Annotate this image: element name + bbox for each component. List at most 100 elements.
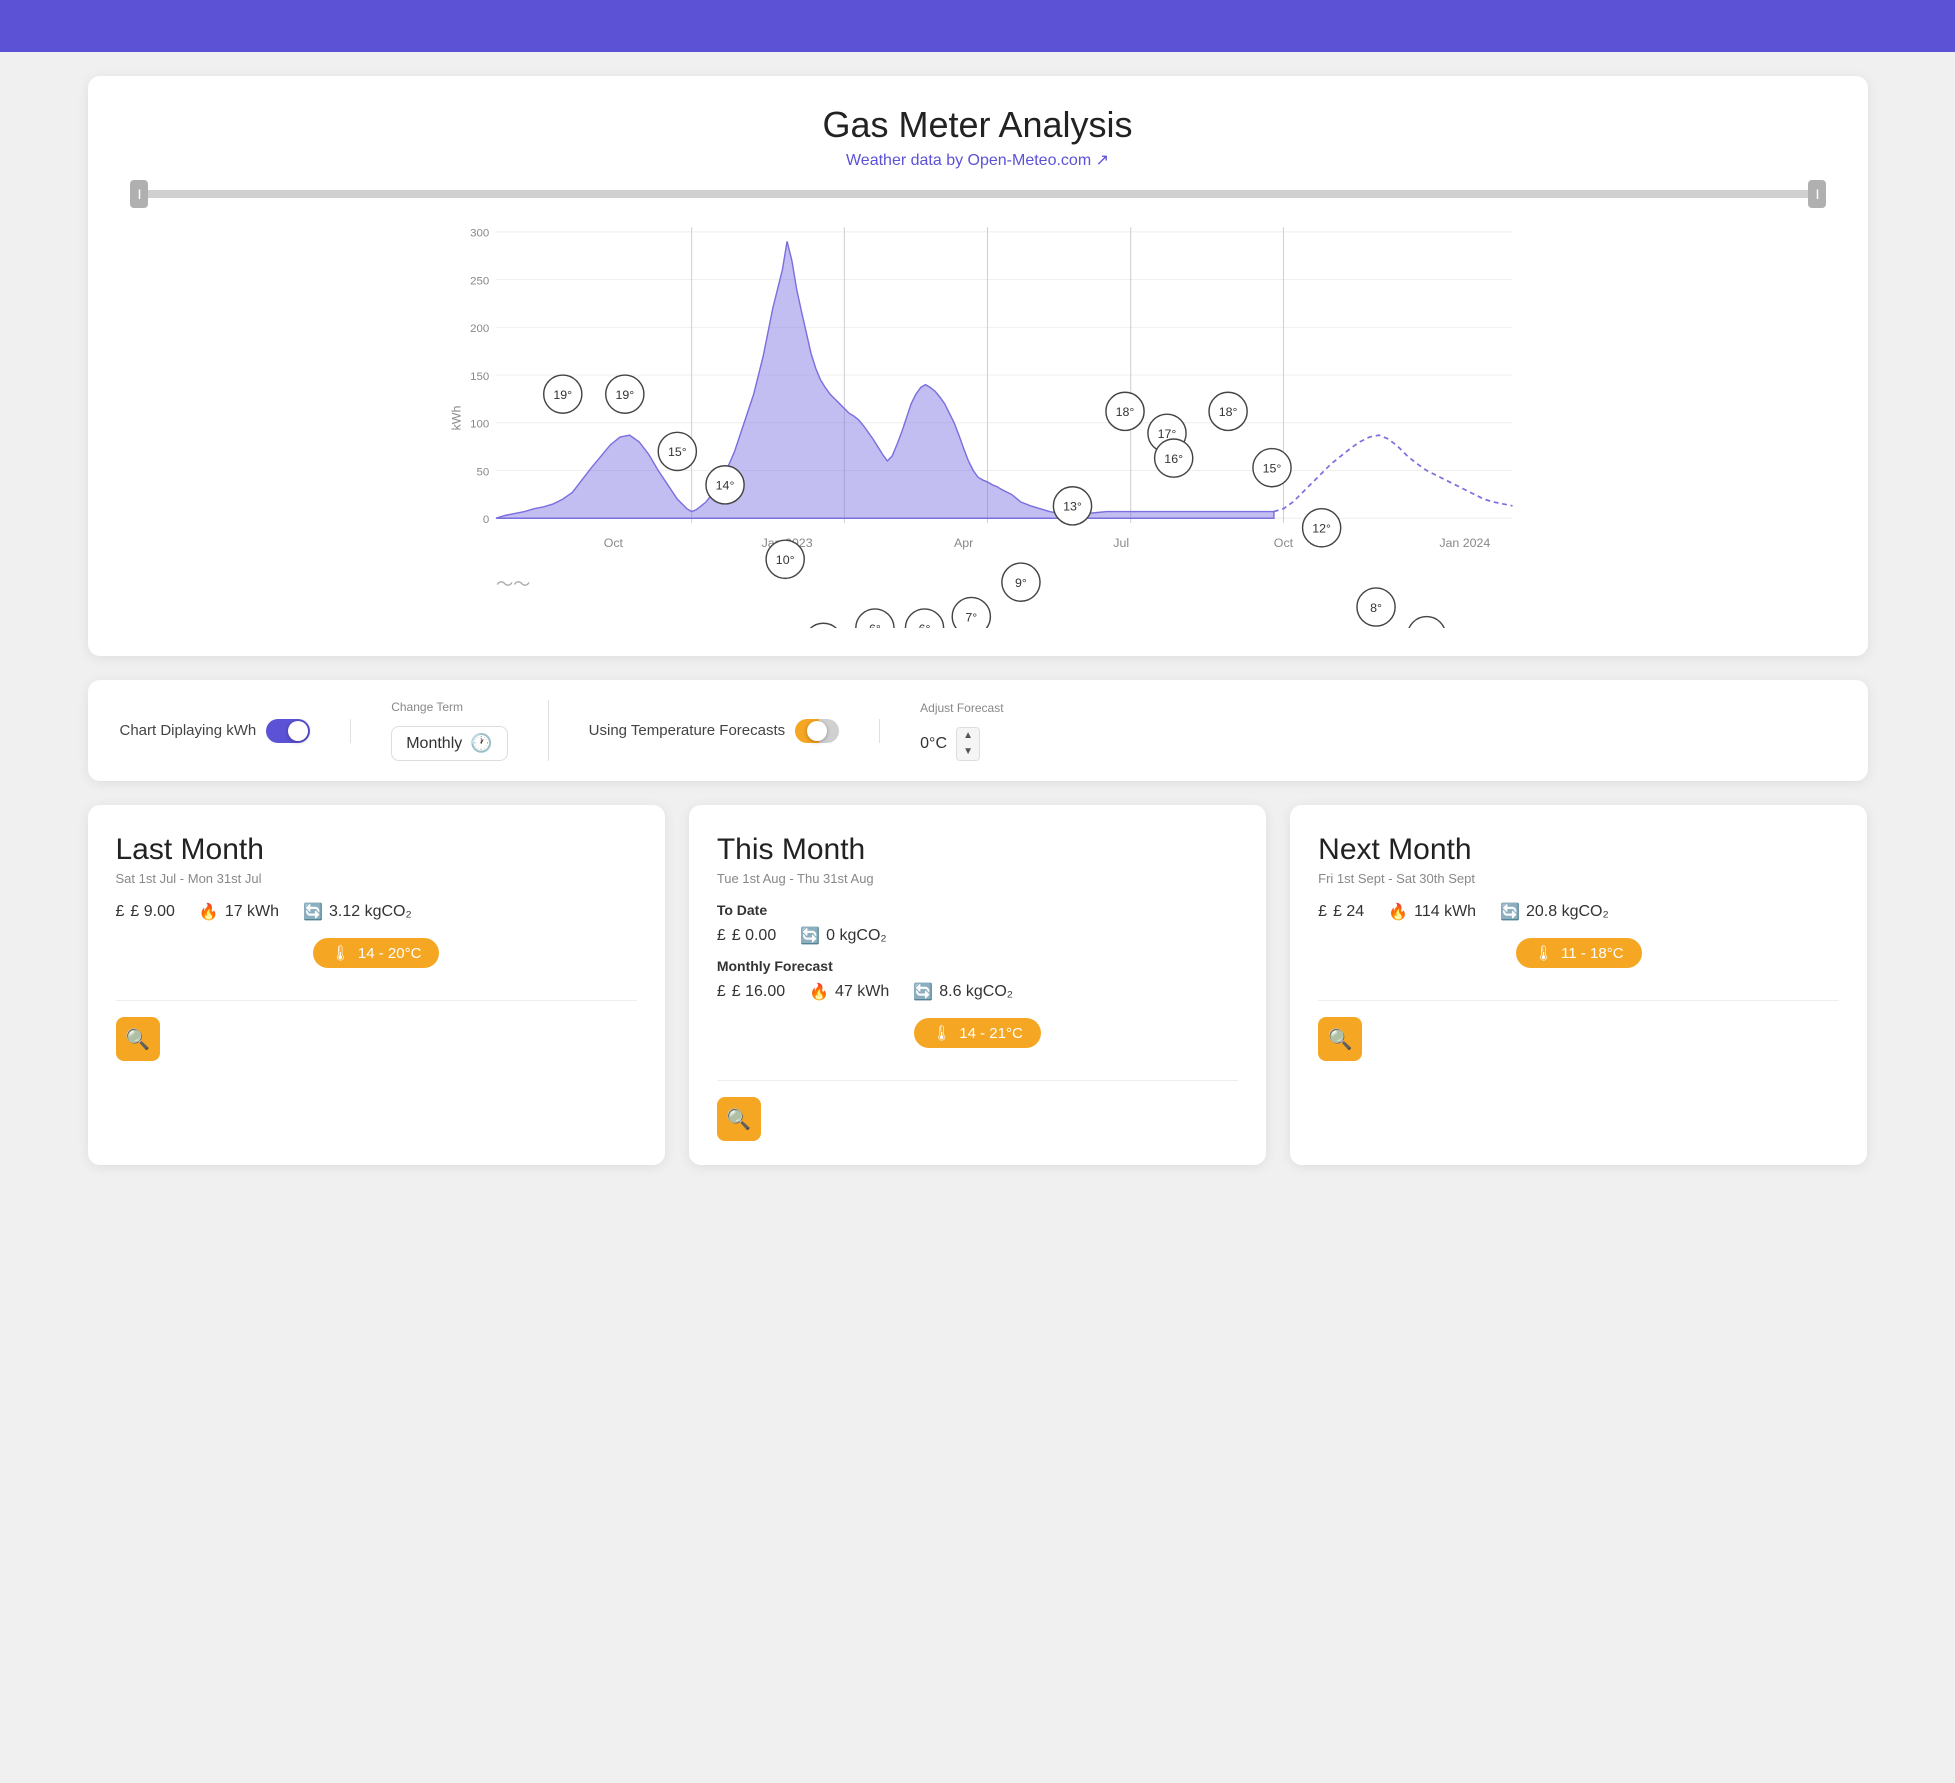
svg-text:18°: 18° [1115, 405, 1134, 419]
energy-icon: 🔥 [199, 902, 219, 922]
last-month-energy: 🔥 17 kWh [199, 902, 279, 922]
top-bar [0, 0, 1955, 52]
svg-text:18°: 18° [1218, 405, 1237, 419]
svg-text:10°: 10° [775, 553, 794, 567]
to-date-label: To Date [717, 902, 1238, 918]
svg-text:0: 0 [482, 514, 488, 526]
svg-text:9°: 9° [1015, 576, 1027, 590]
adjust-value: 0°C [920, 735, 952, 753]
svg-text:14°: 14° [715, 479, 734, 493]
temp-forecast-knob [807, 721, 827, 741]
cost-icon: £ [717, 983, 726, 1001]
to-date-co2: 🔄 0 kgCO₂ [800, 926, 886, 946]
svg-text:16°: 16° [1164, 452, 1183, 466]
forecast-co2: 🔄 8.6 kgCO₂ [913, 982, 1013, 1002]
divider [1318, 1000, 1839, 1001]
thermometer-icon: 🌡 [1534, 944, 1553, 962]
co2-icon: 🔄 [800, 926, 820, 946]
change-term-label: Change Term [391, 700, 463, 714]
next-month-temp: 🌡 11 - 18°C [1516, 938, 1641, 968]
svg-text:kWh: kWh [449, 406, 463, 431]
last-month-co2: 🔄 3.12 kgCO₂ [303, 902, 412, 922]
monthly-forecast-label: Monthly Forecast [717, 958, 1238, 974]
svg-text:Jul: Jul [1113, 536, 1129, 550]
svg-text:12°: 12° [1312, 522, 1331, 536]
chart-subtitle: Weather data by Open-Meteo.com ↗ [120, 150, 1836, 170]
divider [717, 1080, 1238, 1081]
svg-text:150: 150 [470, 371, 489, 383]
svg-text:7°: 7° [965, 610, 977, 624]
svg-text:15°: 15° [667, 445, 686, 459]
next-month-card: Next Month Fri 1st Sept - Sat 30th Sept … [1290, 805, 1867, 1165]
co2-icon: 🔄 [1500, 902, 1520, 922]
chart-card: Gas Meter Analysis Weather data by Open-… [88, 76, 1868, 656]
monthly-forecast-stats: £ £ 16.00 🔥 47 kWh 🔄 8.6 kgCO₂ [717, 982, 1238, 1002]
last-month-title: Last Month [116, 833, 637, 867]
svg-text:50: 50 [476, 466, 489, 478]
temp-forecast-control: Using Temperature Forecasts [549, 719, 880, 743]
spinbox-down[interactable]: ▼ [957, 744, 979, 760]
energy-icon: 🔥 [809, 982, 829, 1002]
forecast-cost: £ £ 16.00 [717, 983, 785, 1001]
controls-card: Chart Diplaying kWh Change Term Monthly … [88, 680, 1868, 781]
next-month-dates: Fri 1st Sept - Sat 30th Sept [1318, 871, 1839, 886]
svg-text:19°: 19° [615, 388, 634, 402]
last-month-zoom-button[interactable]: 🔍 [116, 1017, 160, 1061]
this-month-card: This Month Tue 1st Aug - Thu 31st Aug To… [689, 805, 1266, 1165]
energy-icon: 🔥 [1388, 902, 1408, 922]
svg-text:〜〜: 〜〜 [495, 574, 529, 594]
divider [116, 1000, 637, 1001]
last-month-stats: £ £ 9.00 🔥 17 kWh 🔄 3.12 kgCO₂ [116, 902, 637, 922]
term-selector[interactable]: Monthly 🕐 [391, 726, 507, 761]
range-track [130, 190, 1826, 198]
next-month-energy: 🔥 114 kWh [1388, 902, 1476, 922]
svg-text:6°: 6° [918, 622, 930, 628]
chart-svg: kWh 300 250 200 150 100 50 0 [120, 208, 1836, 628]
range-slider[interactable] [120, 190, 1836, 198]
forecast-energy: 🔥 47 kWh [809, 982, 889, 1002]
svg-text:300: 300 [470, 228, 489, 240]
weather-link[interactable]: Weather data by Open-Meteo.com ↗ [846, 152, 1109, 169]
svg-text:Jan 2024: Jan 2024 [1439, 536, 1490, 550]
this-month-zoom-button[interactable]: 🔍 [717, 1097, 761, 1141]
change-term-control: Change Term Monthly 🕐 [351, 700, 548, 761]
svg-text:15°: 15° [1262, 461, 1281, 475]
spinbox-up[interactable]: ▲ [957, 728, 979, 744]
next-month-zoom-button[interactable]: 🔍 [1318, 1017, 1362, 1061]
next-month-co2: 🔄 20.8 kgCO₂ [1500, 902, 1609, 922]
page-title: Gas Meter Analysis [120, 104, 1836, 146]
svg-text:Oct: Oct [1273, 536, 1293, 550]
last-month-dates: Sat 1st Jul - Mon 31st Jul [116, 871, 637, 886]
chart-display-label: Chart Diplaying kWh [120, 722, 257, 739]
external-link-icon: ↗ [1096, 152, 1109, 169]
co2-icon: 🔄 [303, 902, 323, 922]
range-thumb-right[interactable] [1808, 180, 1826, 208]
temp-forecast-label: Using Temperature Forecasts [589, 722, 785, 739]
this-month-title: This Month [717, 833, 1238, 867]
range-thumb-left[interactable] [130, 180, 148, 208]
chart-display-knob [288, 721, 308, 741]
this-month-temp: 🌡 14 - 21°C [914, 1018, 1041, 1048]
chart-display-toggle[interactable] [266, 719, 310, 743]
clock-icon: 🕐 [470, 733, 492, 754]
next-month-cost: £ £ 24 [1318, 903, 1364, 921]
svg-text:Apr: Apr [954, 536, 973, 550]
cost-icon: £ [717, 927, 726, 945]
next-month-stats: £ £ 24 🔥 114 kWh 🔄 20.8 kgCO₂ [1318, 902, 1839, 922]
cost-icon: £ [116, 903, 125, 921]
adjust-forecast-control: Adjust Forecast 0°C ▲ ▼ [880, 701, 1043, 761]
to-date-stats: £ £ 0.00 🔄 0 kgCO₂ [717, 926, 1238, 946]
adjust-forecast-label: Adjust Forecast [920, 701, 1003, 715]
chart-area: kWh 300 250 200 150 100 50 0 [120, 208, 1836, 628]
svg-text:200: 200 [470, 323, 489, 335]
svg-text:6°: 6° [868, 622, 880, 628]
thermometer-icon: 🌡 [331, 944, 350, 962]
cost-icon: £ [1318, 903, 1327, 921]
chart-display-control: Chart Diplaying kWh [120, 719, 352, 743]
this-month-dates: Tue 1st Aug - Thu 31st Aug [717, 871, 1238, 886]
adjust-spinbox[interactable]: ▲ ▼ [956, 727, 980, 761]
svg-text:19°: 19° [553, 388, 572, 402]
term-value: Monthly [406, 735, 462, 753]
temp-forecast-toggle[interactable] [795, 719, 839, 743]
co2-icon: 🔄 [913, 982, 933, 1002]
